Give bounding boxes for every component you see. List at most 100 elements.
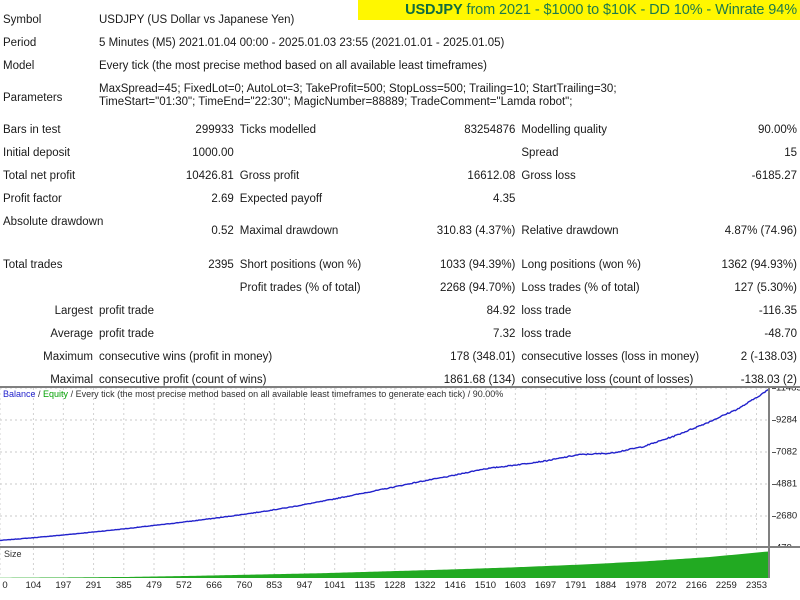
absolute-drawdown-value: 0.52 (211, 225, 234, 237)
x-axis-tick-label: 2259 (715, 580, 737, 591)
row-average: Average profit trade 7.32 loss trade -48… (0, 328, 800, 351)
row-model: Model Every tick (the most precise metho… (0, 60, 800, 83)
initial-deposit-value: 1000.00 (192, 147, 234, 159)
y-axis-tick-mark (772, 484, 776, 485)
spread-value: 15 (784, 147, 797, 159)
legend-sep-1: / (35, 389, 44, 399)
chart-legend: Balance / Equity / Every tick (the most … (3, 389, 503, 400)
row-maximum: Maximum consecutive wins (profit in mone… (0, 351, 800, 374)
gross-loss-value: -6185.27 (751, 170, 797, 182)
x-axis-tick-label: 104 (25, 580, 42, 591)
row-absolute-drawdown: Absolute drawdown 0.52 Maximal drawdown … (0, 216, 800, 248)
x-axis-tick-label: 291 (85, 580, 102, 591)
legend-equity: Equity (43, 389, 69, 399)
x-axis-tick-label: 2166 (685, 580, 707, 591)
x-axis-tick-label: 1978 (625, 580, 647, 591)
period-value: 5 Minutes (M5) 2021.01.04 00:00 - 2025.0… (99, 37, 505, 49)
chart-balance-panel: Balance / Equity / Every tick (the most … (0, 386, 800, 548)
parameters-line-1: MaxSpread=45; FixedLot=0; AutoLot=3; Tak… (99, 83, 617, 95)
gross-loss-label: Gross loss (521, 170, 576, 182)
x-axis-tick-label: 1603 (504, 580, 526, 591)
size-panel-label: Size (4, 549, 22, 559)
chart-x-axis: 0 104 197 291 385 479 572 666 760 853 947 1041 1135 1… (0, 579, 800, 595)
size-plot-area: Size (0, 548, 770, 578)
x-axis-tick-label: 2072 (655, 580, 677, 591)
parameters-line-2: TimeStart="01:30"; TimeEnd="22:30"; Magi… (99, 96, 573, 108)
x-axis-tick-label: 479 (146, 580, 162, 591)
row-period: Period 5 Minutes (M5) 2021.01.04 00:00 -… (0, 37, 800, 60)
row-largest: Largest profit trade 84.92 loss trade -1… (0, 305, 800, 328)
average-label: Average (50, 328, 93, 340)
total-net-profit-label: Total net profit (3, 170, 76, 182)
empty-cell (96, 282, 237, 305)
spread-label: Spread (521, 147, 559, 159)
chart-plot-area: Balance / Equity / Every tick (the most … (0, 388, 770, 546)
gross-profit-label: Gross profit (239, 170, 300, 182)
y-axis-tick-label: 4881 (776, 478, 798, 490)
short-positions-value: 1033 (94.39%) (439, 259, 516, 271)
promo-banner-symbol: USDJPY (405, 2, 463, 18)
symbol-label: Symbol (3, 14, 42, 26)
profit-factor-value: 2.69 (211, 193, 234, 205)
expected-payoff-value: 4.35 (493, 193, 516, 205)
y-axis-tick-label: 11485 (776, 386, 800, 394)
promo-banner: USDJPY from 2021 - $1000 to $10K - DD 10%… (358, 0, 800, 20)
empty-cell (237, 147, 378, 170)
x-axis-tick-label: 1322 (414, 580, 436, 591)
y-axis-tick-mark (772, 516, 776, 517)
y-axis-tick-mark (772, 388, 776, 389)
row-total-trades: Total trades 2395 Short positions (won %… (0, 248, 800, 282)
chart-size-panel: Size (0, 548, 800, 578)
promo-banner-text: from 2021 - $1000 to $10K - DD 10% - Win… (466, 2, 798, 18)
maximum-label: Maximum (43, 351, 93, 363)
row-parameters: Parameters MaxSpread=45; FixedLot=0; Aut… (0, 83, 800, 115)
ticks-modelled-label: Ticks modelled (239, 124, 317, 136)
x-axis-tick-label: 1041 (324, 580, 346, 591)
x-axis-tick-label: 572 (175, 580, 192, 591)
strategy-tester-report: USDJPY from 2021 - $1000 to $10K - DD 10%… (0, 0, 800, 600)
x-axis-tick-label: 1228 (384, 580, 406, 591)
largest-loss-trade-value: -116.35 (758, 305, 797, 317)
relative-drawdown-value: 4.87% (74.96) (724, 225, 797, 237)
x-axis-tick-label: 947 (296, 580, 313, 591)
modelling-quality-value: 90.00% (757, 124, 797, 136)
x-axis-tick-label: 1791 (565, 580, 587, 591)
model-value: Every tick (the most precise method base… (99, 60, 487, 72)
gross-profit-value: 16612.08 (467, 170, 516, 182)
chart-y-axis: 479 2680 4881 7082 9284 11485 (772, 386, 800, 546)
absolute-drawdown-label: Absolute drawdown (3, 216, 104, 228)
size-area-svg (0, 548, 768, 578)
row-total-net-profit: Total net profit 10426.81 Gross profit 1… (0, 170, 800, 193)
total-trades-value: 2395 (208, 259, 234, 271)
x-axis-tick-label: 1884 (595, 580, 617, 591)
equity-chart: Balance / Equity / Every tick (the most … (0, 386, 800, 600)
x-axis-tick-label: 1135 (354, 580, 376, 591)
empty-cell (518, 193, 659, 216)
x-axis-tick-label: 1697 (535, 580, 557, 591)
ticks-modelled-value: 83254876 (464, 124, 516, 136)
x-axis-tick-label: 760 (236, 580, 253, 591)
report-table: Symbol USDJPY (US Dollar vs Japanese Yen… (0, 14, 800, 420)
legend-balance: Balance (3, 389, 36, 399)
total-net-profit-value: 10426.81 (185, 170, 234, 182)
empty-cell (378, 147, 519, 170)
loss-trades-label: Loss trades (% of total) (521, 282, 640, 294)
empty-cell (237, 305, 378, 328)
y-axis-tick-label: 9284 (776, 414, 798, 426)
y-axis-tick-label: 2680 (776, 510, 798, 522)
row-initial-deposit: Initial deposit 1000.00 Spread 15 (0, 147, 800, 170)
legend-sep-2: / (68, 389, 76, 399)
y-axis-tick-mark (772, 452, 776, 453)
parameters-value: MaxSpread=45; FixedLot=0; AutoLot=3; Tak… (96, 83, 800, 115)
empty-cell (659, 193, 800, 216)
largest-loss-trade-label: loss trade (521, 305, 572, 317)
row-profit-factor: Profit factor 2.69 Expected payoff 4.35 (0, 193, 800, 216)
max-consecutive-wins-label: consecutive wins (profit in money) (99, 351, 273, 363)
profit-factor-label: Profit factor (3, 193, 62, 205)
x-axis-tick-label: 385 (115, 580, 132, 591)
average-loss-trade-value: -48.70 (764, 328, 797, 340)
total-trades-label: Total trades (3, 259, 63, 271)
max-consecutive-losses-label: consecutive losses (loss in money) (521, 351, 700, 363)
largest-label: Largest (54, 305, 93, 317)
modelling-quality-label: Modelling quality (521, 124, 608, 136)
